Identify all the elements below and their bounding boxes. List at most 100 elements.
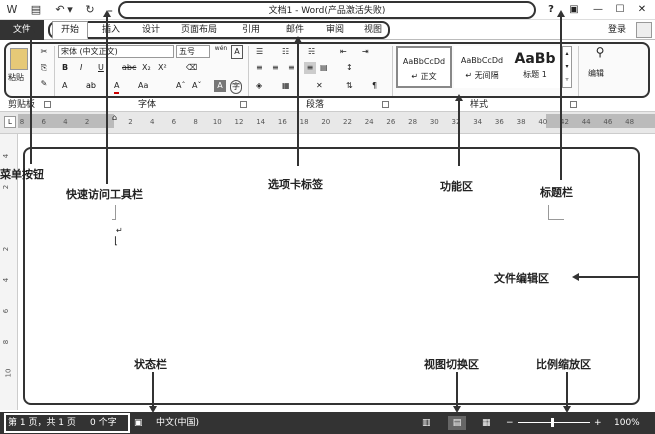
web-layout-icon[interactable]: ▦ (482, 416, 491, 430)
redo-icon[interactable]: ↻ (82, 2, 98, 18)
shrink-font-button[interactable]: Aˇ (192, 80, 201, 92)
distributed-icon[interactable]: ▤ (320, 62, 328, 74)
font-launcher-icon[interactable] (240, 101, 247, 108)
zoom-out-button[interactable]: − (506, 416, 514, 430)
cut-icon[interactable]: ✂ (38, 46, 50, 58)
shading-icon[interactable]: ◈ (256, 80, 262, 92)
vertical-ruler-tick-label: 8 (2, 339, 11, 345)
page-count[interactable]: 第 1 页，共 1 页 (8, 416, 76, 430)
italic-button[interactable]: I (80, 62, 82, 74)
clipboard-icon[interactable] (10, 48, 28, 70)
group-divider (248, 46, 249, 96)
annotation-quick-access: 快速访问工具栏 (66, 188, 143, 201)
styles-scroll[interactable]: ▴ ▾ ▿ (562, 46, 572, 88)
underline-button[interactable]: U (98, 62, 104, 74)
justify-icon[interactable]: ≡ (304, 62, 316, 74)
show-marks-icon[interactable]: ¶ (372, 80, 377, 92)
tab-references[interactable]: 引用 (234, 21, 268, 39)
clipboard-launcher-icon[interactable] (44, 101, 51, 108)
char-shading-icon[interactable]: A (214, 80, 226, 92)
phonetic-guide-icon[interactable]: wén (214, 45, 228, 52)
annotation-line (456, 372, 458, 410)
tab-review[interactable]: 审阅 (318, 21, 352, 39)
change-case-button[interactable]: Aa (138, 80, 148, 92)
tab-home[interactable]: 开始 (52, 21, 88, 39)
numbering-icon[interactable]: ☷ (282, 46, 289, 58)
group-label-paragraph: 段落 (306, 100, 325, 110)
style-no-spacing[interactable]: AaBbCcDd ↵ 无间隔 (454, 46, 510, 88)
zoom-slider-thumb[interactable] (551, 418, 554, 427)
minimize-button[interactable]: — (590, 2, 606, 18)
save-icon[interactable]: ▤ (28, 2, 44, 18)
annotation-view-switch: 视图切换区 (424, 358, 479, 371)
style-heading-1[interactable]: AaBb 标题 1 (510, 46, 560, 88)
styles-launcher-icon[interactable] (570, 101, 577, 108)
binoculars-icon[interactable]: ⚲ (590, 46, 610, 58)
align-center-icon[interactable]: ≡ (272, 62, 279, 74)
format-painter-icon[interactable]: ✎ (38, 78, 50, 90)
align-right-icon[interactable]: ≡ (288, 62, 295, 74)
ruler-tick-label: 20 (321, 118, 331, 126)
arrow-up-icon (557, 10, 565, 17)
font-size-select[interactable]: 五号 (176, 45, 210, 58)
read-mode-icon[interactable]: ▥ (422, 416, 431, 430)
zoom-percent[interactable]: 100% (614, 416, 640, 430)
maximize-button[interactable]: ☐ (612, 2, 628, 18)
ribbon-display-options-button[interactable]: ▣ (566, 2, 582, 18)
copy-icon[interactable]: ⎘ (38, 62, 50, 74)
editing-button[interactable]: 编辑 (588, 68, 604, 79)
undo-dropdown-icon[interactable]: ▾ (66, 2, 74, 18)
grow-font-button[interactable]: Aˆ (176, 80, 185, 92)
chinese-layout-icon[interactable]: ✕ (316, 80, 323, 92)
tab-design[interactable]: 设计 (134, 21, 168, 39)
close-button[interactable]: ✕ (634, 2, 650, 18)
word-count[interactable]: 0 个字 (90, 416, 117, 430)
clear-format-icon[interactable]: ⌫ (186, 62, 197, 74)
font-name-select[interactable]: 宋体 (中文正文) (58, 45, 174, 58)
style-name: ↵ 正文 (411, 72, 437, 81)
multilevel-list-icon[interactable]: ☵ (308, 46, 315, 58)
annotation-status-bar: 状态栏 (134, 358, 167, 371)
avatar[interactable] (636, 22, 652, 38)
borders-icon[interactable]: ▦ (282, 80, 290, 92)
highlight-icon[interactable]: ab (86, 80, 96, 92)
text-effects-icon[interactable]: A (62, 80, 67, 92)
language-indicator[interactable]: 中文(中国) (156, 416, 199, 430)
bold-button[interactable]: B (62, 62, 68, 74)
style-preview: AaBb (514, 51, 556, 67)
indent-marker-icon[interactable]: ⌂ (112, 113, 117, 122)
line-spacing-icon[interactable]: ↕ (346, 62, 353, 74)
print-layout-icon[interactable]: ▤ (448, 416, 466, 430)
paragraph-launcher-icon[interactable] (382, 101, 389, 108)
proofing-icon[interactable]: ▣ (134, 416, 143, 430)
word-app-icon[interactable]: W (4, 2, 20, 18)
paste-button[interactable]: 粘贴 (8, 72, 24, 83)
annotation-line (560, 14, 562, 180)
style-name: ↵ 无间隔 (465, 71, 499, 80)
decrease-indent-icon[interactable]: ⇤ (340, 46, 347, 58)
annotation-line (30, 30, 32, 164)
arrow-up-icon (27, 26, 35, 33)
zoom-slider-track[interactable] (518, 422, 590, 423)
subscript-button[interactable]: X₂ (142, 62, 151, 74)
annotation-line (106, 14, 108, 184)
file-menu-button[interactable]: 文件 (0, 20, 44, 40)
sign-in-link[interactable]: 登录 (608, 20, 626, 40)
increase-indent-icon[interactable]: ⇥ (362, 46, 369, 58)
zoom-in-button[interactable]: + (594, 416, 602, 430)
tab-view[interactable]: 视图 (356, 21, 390, 39)
superscript-button[interactable]: X² (158, 62, 167, 74)
style-name: 标题 1 (523, 70, 547, 79)
bullets-icon[interactable]: ☰ (256, 46, 263, 58)
enclose-char-icon[interactable]: 字 (230, 80, 242, 94)
ruler-tick-label: 24 (364, 118, 374, 126)
tab-page-layout[interactable]: 页面布局 (176, 21, 222, 39)
strikethrough-button[interactable]: abc (122, 62, 136, 74)
align-left-icon[interactable]: ≡ (256, 62, 263, 74)
font-color-button[interactable]: A (114, 80, 120, 94)
style-normal[interactable]: AaBbCcDd ↵ 正文 (396, 46, 452, 88)
tab-insert[interactable]: 插入 (94, 21, 128, 39)
sort-icon[interactable]: ⇅ (346, 80, 353, 92)
char-border-icon[interactable]: A (231, 45, 243, 59)
ruler-tick-label: 16 (277, 118, 287, 126)
